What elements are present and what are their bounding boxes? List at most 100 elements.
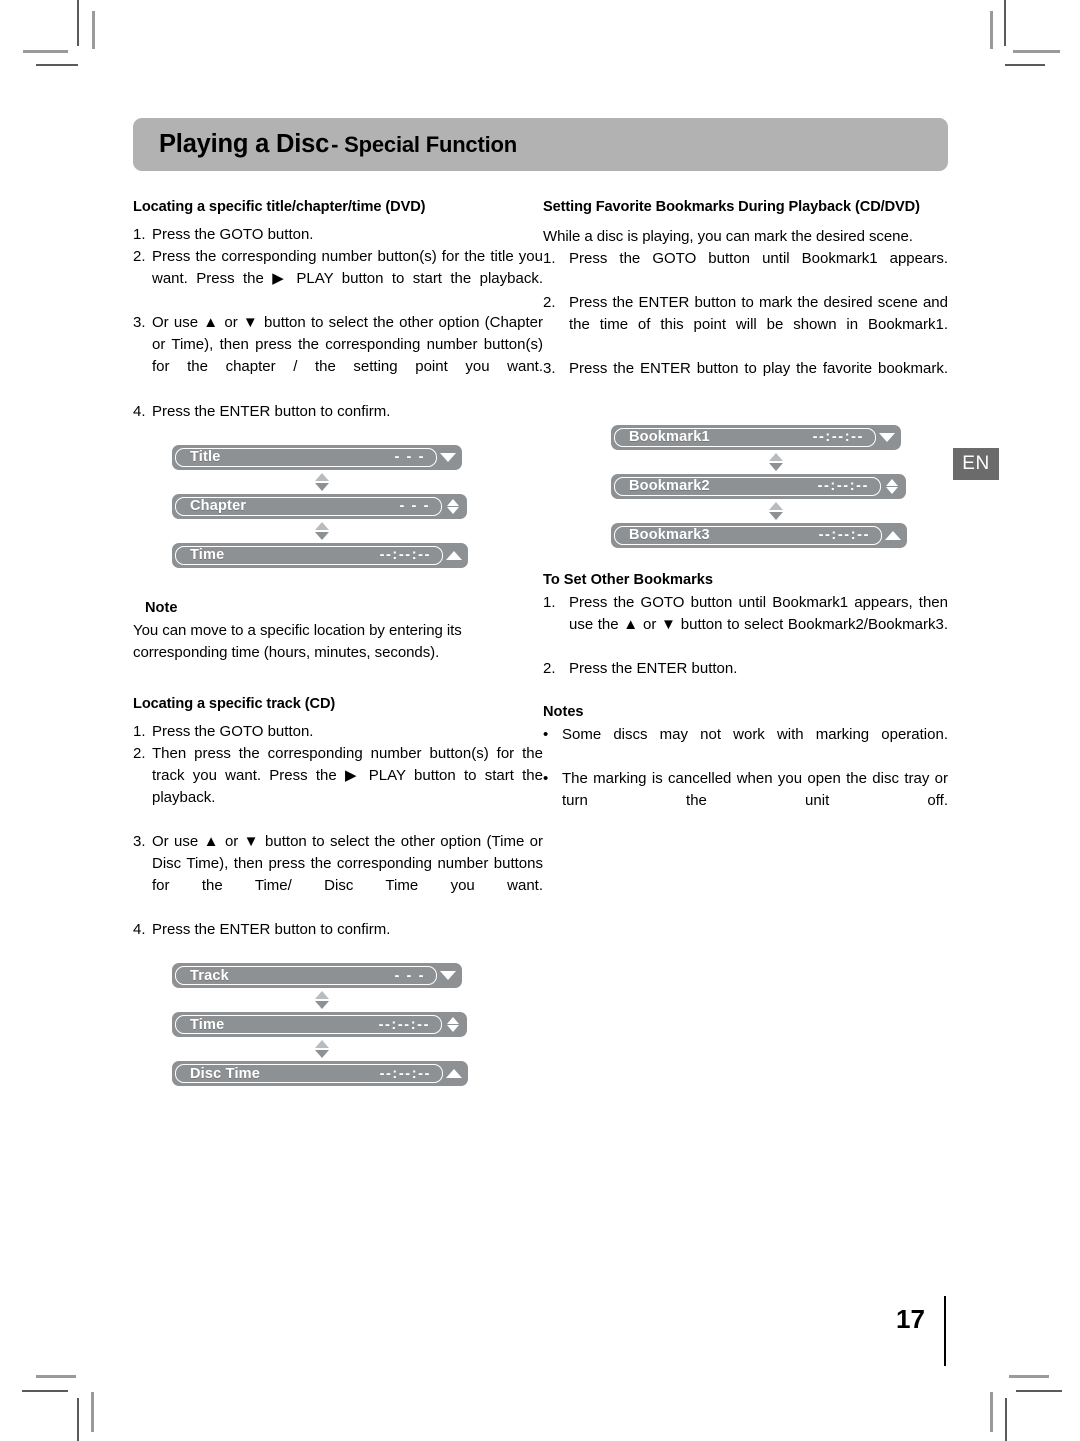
triangle-down-icon[interactable]: [876, 432, 898, 442]
osd-row-time[interactable]: Time --:--:--: [172, 542, 472, 568]
triangle-down-icon[interactable]: [437, 452, 459, 462]
osd-row-disc-time[interactable]: Disc Time --:--:--: [172, 1061, 472, 1087]
step-number: 3.: [133, 314, 146, 332]
osd-separator-arrows-1: [172, 988, 472, 1012]
step-text: Press the GOTO button.: [152, 226, 314, 244]
osd-row-value: --:--:--: [818, 526, 870, 543]
list-item: • The marking is cancelled when you open …: [543, 768, 948, 834]
right-section2-steps: 1. Press the GOTO button until Bookmark1 …: [543, 592, 948, 680]
osd-row-chapter[interactable]: Chapter - - -: [172, 493, 472, 519]
step-text: Or use ▲ or ▼ button to select the other…: [152, 833, 543, 895]
osd-row-bookmark2[interactable]: Bookmark2 --:--:--: [611, 473, 941, 499]
list-item: 2. Press the ENTER button.: [543, 658, 948, 680]
left-section2-heading: Locating a specific track (CD): [133, 695, 336, 712]
step-number: 2.: [543, 294, 556, 312]
osd-row-value: --:--:--: [378, 1016, 430, 1033]
right-section1-heading: Setting Favorite Bookmarks During Playba…: [543, 199, 920, 215]
step-text: Press the ENTER button.: [569, 659, 738, 677]
notes-list: • Some discs may not work with marking op…: [543, 724, 948, 834]
list-item: 4. Press the ENTER button to confirm.: [133, 919, 543, 941]
page-title-secondary: - Special Function: [331, 131, 517, 157]
list-item: 1. Press the GOTO button until Bookmark1 …: [543, 592, 948, 658]
step-number: 2.: [133, 744, 146, 762]
osd-row-label: Bookmark1: [629, 428, 710, 445]
osd-row-value: --:--:--: [817, 477, 869, 494]
osd-row-time[interactable]: Time --:--:--: [172, 1012, 472, 1038]
list-item: 1. Press the GOTO button.: [133, 224, 543, 246]
crop-mark-bl-v2: [91, 1392, 94, 1432]
osd-row-label: Time: [190, 546, 225, 563]
osd-row-value: --:--:--: [379, 1065, 431, 1082]
osd-row-label: Disc Time: [190, 1065, 261, 1082]
triangle-up-down-icon[interactable]: [881, 478, 903, 494]
page-title-primary: Playing a Disc: [159, 130, 330, 158]
step-number: 2.: [133, 248, 146, 266]
note-text: You can move to a specific location by e…: [133, 621, 462, 661]
osd-row-value: - - -: [399, 497, 430, 514]
triangle-down-icon: [769, 511, 783, 520]
triangle-up-icon: [315, 991, 329, 1000]
crop-mark-tr-v: [1004, 0, 1006, 46]
triangle-up-down-icon[interactable]: [442, 498, 464, 514]
left-section1-steps: 1. Press the GOTO button. 2. Press the cor…: [133, 224, 543, 422]
triangle-up-icon[interactable]: [882, 530, 904, 540]
right-column: Setting Favorite Bookmarks During Playba…: [543, 197, 948, 1086]
osd-row-title[interactable]: Title - - -: [172, 444, 472, 470]
step-text: Press the GOTO button.: [152, 722, 314, 740]
crop-mark-tr-v2: [990, 11, 993, 49]
triangle-up-icon[interactable]: [443, 1069, 465, 1079]
osd-row-bookmark1[interactable]: Bookmark1 --:--:--: [611, 424, 941, 450]
page-number-rule: [944, 1296, 946, 1366]
list-item: 4. Press the ENTER button to confirm.: [133, 401, 543, 423]
osd-separator-arrows-1: [611, 450, 941, 474]
triangle-up-icon: [769, 452, 783, 461]
crop-mark-bl-h2: [22, 1390, 68, 1392]
triangle-down-icon: [315, 1001, 329, 1010]
osd-dvd-goto-widget: Title - - - Chapter - - - Time --:--:--: [172, 444, 472, 568]
step-text: Press the ENTER button to mark the desir…: [569, 294, 948, 334]
step-number: 1.: [543, 250, 556, 268]
right-section2-heading: To Set Other Bookmarks: [543, 571, 714, 588]
triangle-up-icon: [769, 501, 783, 510]
triangle-up-icon: [315, 521, 329, 530]
step-text: Press the GOTO button until Bookmark1 ap…: [569, 593, 948, 633]
osd-row-track[interactable]: Track - - -: [172, 963, 472, 989]
triangle-down-icon: [769, 462, 783, 471]
right-section1-steps: 1. Press the GOTO button until Bookmark1 …: [543, 248, 948, 402]
list-item: 2. Press the corresponding number button(…: [133, 246, 543, 312]
crop-mark-bl-h: [36, 1375, 76, 1378]
crop-mark-bl-v: [77, 1398, 79, 1441]
osd-row-bookmark3[interactable]: Bookmark3 --:--:--: [611, 522, 941, 548]
crop-mark-br-h2: [1016, 1390, 1062, 1392]
triangle-up-icon[interactable]: [443, 550, 465, 560]
step-number: 3.: [543, 360, 556, 378]
step-number: 3.: [133, 833, 146, 851]
osd-separator-arrows-2: [172, 1037, 472, 1061]
step-number: 1.: [543, 593, 556, 611]
step-text: Press the ENTER button to confirm.: [152, 921, 391, 939]
right-section1-intro: While a disc is playing, you can mark th…: [543, 228, 913, 246]
triangle-up-icon: [315, 1040, 329, 1049]
page-number: 17: [896, 1304, 925, 1334]
note-item-text: The marking is cancelled when you open t…: [562, 770, 948, 810]
left-section1-heading: Locating a specific title/chapter/time (…: [133, 199, 426, 215]
step-text: Press the ENTER button to play the favor…: [569, 360, 948, 378]
step-number: 1.: [133, 226, 146, 244]
step-text: Press the ENTER button to confirm.: [152, 402, 391, 420]
osd-row-label: Track: [190, 967, 229, 984]
osd-row-label: Title: [190, 448, 221, 465]
left-section2-steps: 1. Press the GOTO button. 2. Then press th…: [133, 721, 543, 941]
osd-row-label: Bookmark2: [629, 477, 710, 494]
triangle-down-icon: [315, 482, 329, 491]
list-item: 1. Press the GOTO button until Bookmark1 …: [543, 248, 948, 292]
triangle-down-icon[interactable]: [437, 971, 459, 981]
triangle-up-down-icon[interactable]: [442, 1017, 464, 1033]
osd-row-label: Time: [190, 1016, 225, 1033]
osd-separator-arrows-2: [172, 519, 472, 543]
crop-mark-tl-h2: [36, 64, 78, 66]
triangle-down-icon: [315, 1050, 329, 1059]
crop-mark-br-v: [1005, 1398, 1007, 1441]
osd-row-value: - - -: [394, 448, 425, 465]
osd-row-value: - - -: [394, 967, 425, 984]
page-content: Playing a Disc - Special Function Locati…: [133, 118, 948, 1087]
